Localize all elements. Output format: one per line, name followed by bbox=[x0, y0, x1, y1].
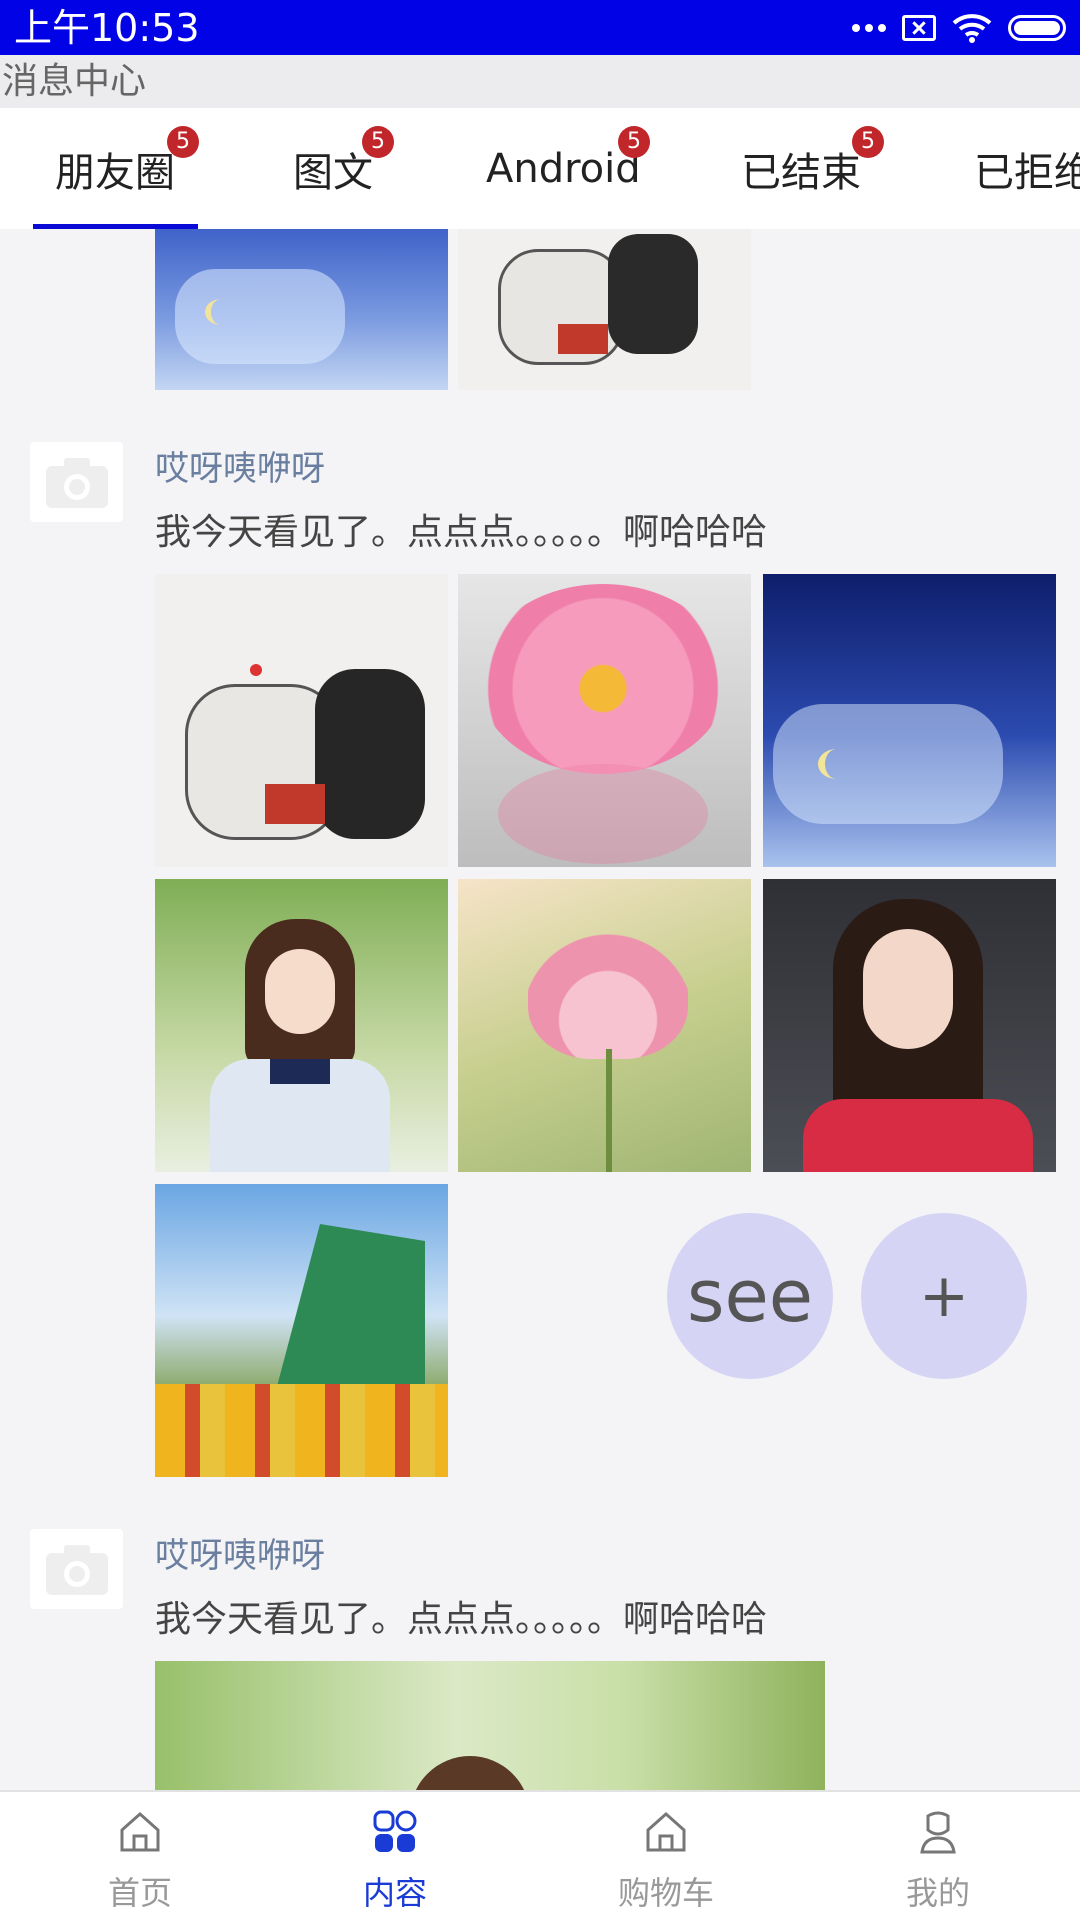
tab-bar: 朋友圈 5 图文 5 Android 5 已结束 5 已拒绝 bbox=[0, 108, 1080, 229]
tab-label: Android bbox=[486, 145, 641, 192]
tab-badge: 5 bbox=[852, 126, 884, 158]
tab-graphics[interactable]: 图文 5 bbox=[293, 108, 394, 229]
tab-label: 已拒绝 bbox=[974, 149, 1080, 196]
see-button[interactable]: see bbox=[667, 1213, 833, 1379]
photo-bottle-moon[interactable] bbox=[763, 574, 1056, 867]
nav-label: 我的 bbox=[905, 1874, 970, 1912]
post-text: 我今天看见了。点点点。。。。。啊哈哈哈 bbox=[155, 512, 768, 553]
add-button[interactable]: + bbox=[861, 1213, 1027, 1379]
nav-label: 首页 bbox=[107, 1874, 172, 1912]
camera-icon bbox=[45, 1545, 108, 1595]
photo-woman-red-shirt[interactable] bbox=[763, 879, 1056, 1172]
tab-label: 朋友圈 bbox=[55, 149, 175, 196]
nav-label: 购物车 bbox=[617, 1874, 714, 1912]
tab-moments[interactable]: 朋友圈 5 bbox=[55, 108, 199, 229]
bottom-nav: 首页 内容 购物车 我的 bbox=[0, 1790, 1080, 1920]
nav-cart[interactable]: 购物车 bbox=[566, 1792, 766, 1920]
nav-label: 内容 bbox=[362, 1874, 427, 1912]
battery-icon bbox=[1008, 15, 1066, 41]
status-bar: 上午10:53 bbox=[0, 0, 1080, 55]
photo-cartoon-animals[interactable] bbox=[458, 229, 751, 390]
no-sim-icon bbox=[902, 15, 936, 41]
nav-content[interactable]: 内容 bbox=[295, 1792, 495, 1920]
photo-windmill-tulips[interactable] bbox=[155, 1184, 448, 1477]
status-icons bbox=[852, 8, 1066, 48]
tab-badge: 5 bbox=[362, 126, 394, 158]
photo-girl-leaves[interactable] bbox=[155, 1661, 825, 1790]
cart-icon bbox=[646, 1811, 686, 1852]
profile-icon bbox=[920, 1811, 956, 1854]
photo-cartoon-animals[interactable] bbox=[155, 574, 448, 867]
post-text: 我今天看见了。点点点。。。。。啊哈哈哈 bbox=[155, 1599, 768, 1640]
post-author[interactable]: 哎呀咦咿呀 bbox=[155, 1528, 325, 1577]
home-icon bbox=[120, 1811, 160, 1852]
more-dots-icon bbox=[852, 24, 886, 32]
photo-lotus-flower[interactable] bbox=[458, 879, 751, 1172]
feed-list[interactable]: 哎呀咦咿呀 我今天看见了。点点点。。。。。啊哈哈哈 see + 哎呀咦咿呀 我今… bbox=[0, 229, 1080, 1790]
status-time: 上午10:53 bbox=[14, 6, 200, 50]
tab-android[interactable]: Android 5 bbox=[486, 108, 650, 229]
page-title: 消息中心 bbox=[0, 55, 1080, 108]
avatar[interactable] bbox=[30, 442, 123, 522]
camera-icon bbox=[45, 458, 108, 508]
tab-badge: 5 bbox=[618, 126, 650, 158]
avatar[interactable] bbox=[30, 1529, 123, 1609]
photo-girl-uniform[interactable] bbox=[155, 879, 448, 1172]
tab-badge: 5 bbox=[167, 126, 199, 158]
photo-pink-lotus[interactable] bbox=[458, 574, 751, 867]
tab-label: 已结束 bbox=[741, 149, 861, 196]
nav-me[interactable]: 我的 bbox=[838, 1792, 1038, 1920]
tab-label: 图文 bbox=[293, 149, 373, 196]
photo-bottle-moon[interactable] bbox=[155, 229, 448, 390]
tab-rejected[interactable]: 已拒绝 bbox=[974, 108, 1080, 229]
post-author[interactable]: 哎呀咦咿呀 bbox=[155, 441, 325, 490]
grid-icon bbox=[373, 1810, 417, 1852]
tab-ended[interactable]: 已结束 5 bbox=[741, 108, 884, 229]
nav-home[interactable]: 首页 bbox=[40, 1792, 240, 1920]
wifi-icon bbox=[952, 14, 992, 43]
